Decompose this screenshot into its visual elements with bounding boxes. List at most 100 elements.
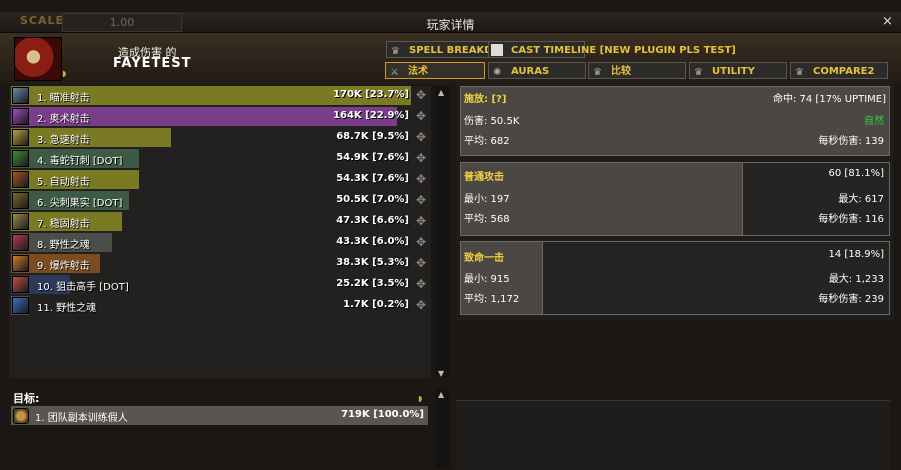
spell-row[interactable]: 11. 野性之魂 1.7K [0.2%] ✥	[11, 296, 429, 315]
close-button[interactable]: ×	[882, 14, 893, 29]
scroll-up-icon[interactable]: ▲	[438, 390, 444, 399]
spell-icon	[12, 129, 29, 146]
normal-hit-count: 60 [81.1%]	[828, 168, 884, 179]
spell-icon	[12, 213, 29, 230]
crit-average: 平均: 1,172	[464, 294, 520, 305]
spell-options-icon[interactable]: ✥	[414, 130, 428, 144]
spell-options-icon[interactable]: ✥	[414, 172, 428, 186]
spell-school: 自然	[864, 116, 884, 127]
cast-dps: 每秒伤害: 139	[818, 136, 884, 147]
spell-options-icon[interactable]: ✥	[414, 235, 428, 249]
spell-options-icon[interactable]: ✥	[414, 214, 428, 228]
spell-name: 4. 毒蛇钉刺 [DOT]	[37, 156, 123, 167]
spell-name: 8. 野性之魂	[37, 240, 90, 251]
spell-row[interactable]: 8. 野性之魂 43.3K [6.0%] ✥	[11, 233, 429, 252]
normal-hit-min: 最小: 197	[464, 194, 510, 205]
crown-icon: ♛	[391, 46, 400, 57]
tab-label: COMPARE2	[813, 66, 875, 77]
crit-count: 14 [18.9%]	[828, 249, 884, 260]
spell-amount: 38.3K [5.3%]	[336, 257, 409, 268]
cast-damage: 伤害: 50.5K	[464, 116, 520, 127]
spell-name: 7. 稳固射击	[37, 219, 90, 230]
crit-max: 最大: 1,233	[828, 274, 884, 285]
spell-options-icon[interactable]: ✥	[414, 298, 428, 312]
spell-options-icon[interactable]: ✥	[414, 277, 428, 291]
swords-icon: ⚔	[390, 67, 399, 78]
scroll-up-icon[interactable]: ▲	[438, 88, 444, 97]
spell-icon	[12, 234, 29, 251]
spell-icon	[12, 276, 29, 293]
normal-hit-average: 平均: 568	[464, 214, 510, 225]
spell-icon	[12, 87, 29, 104]
spell-amount: 54.9K [7.6%]	[336, 152, 409, 163]
spell-name: 2. 奥术射击	[37, 114, 90, 125]
spell-amount: 25.2K [3.5%]	[336, 278, 409, 289]
spell-row[interactable]: 4. 毒蛇钉刺 [DOT] 54.9K [7.6%] ✥	[11, 149, 429, 168]
spell-options-icon[interactable]: ✥	[414, 88, 428, 102]
spell-row[interactable]: 10. 狙击高手 [DOT] 25.2K [3.5%] ✥	[11, 275, 429, 294]
cast-title: 施放: [?]	[464, 94, 507, 105]
crit-dps: 每秒伤害: 239	[818, 294, 884, 305]
tab-label: CAST TIMELINE [NEW PLUGIN PLS TEST]	[511, 45, 736, 56]
spell-row[interactable]: 7. 稳固射击 47.3K [6.6%] ✥	[11, 212, 429, 231]
spell-icon	[12, 255, 29, 272]
spell-row[interactable]: 3. 急速射击 68.7K [9.5%] ✥	[11, 128, 429, 147]
cast-hits: 命中: 74 [17% UPTIME]	[690, 90, 886, 105]
cast-average: 平均: 682	[464, 136, 510, 147]
spell-row[interactable]: 2. 奥术射击 164K [22.9%] ✥	[11, 107, 429, 126]
normal-hit-title: 普通攻击	[464, 172, 504, 183]
spell-name: 6. 尖刺果实 [DOT]	[37, 198, 123, 209]
cast-hits-text: 命中: 74 [17% UPTIME]	[772, 94, 886, 105]
skull-icon	[13, 408, 29, 424]
player-name: FAYETEST	[113, 56, 192, 71]
spell-amount: 68.7K [9.5%]	[336, 131, 409, 142]
crit-min: 最小: 915	[464, 274, 510, 285]
spell-name: 10. 狙击高手 [DOT]	[37, 282, 129, 293]
spell-icon	[12, 150, 29, 167]
tab-compare[interactable]: ♛ 比较	[588, 62, 686, 79]
spell-amount: 54.3K [7.6%]	[336, 173, 409, 184]
tab-spell-breakdown[interactable]: ♛ SPELL BREAKDOWN	[386, 41, 520, 58]
spell-name: 1. 瞄准射击	[37, 93, 90, 104]
scroll-down-icon[interactable]: ▼	[438, 369, 444, 378]
tab-cast-timeline[interactable]: CAST TIMELINE [NEW PLUGIN PLS TEST]	[488, 41, 736, 58]
spell-name: 3. 急速射击	[37, 135, 90, 146]
spell-options-icon[interactable]: ✥	[414, 256, 428, 270]
audio-icon[interactable]: ◗	[62, 69, 66, 78]
spell-icon	[12, 171, 29, 188]
player-class-icon	[14, 37, 62, 81]
spell-amount: 47.3K [6.6%]	[336, 215, 409, 226]
spell-name: 9. 爆炸射击	[37, 261, 90, 272]
spell-options-icon[interactable]: ✥	[414, 109, 428, 123]
spell-bar	[11, 128, 172, 147]
spell-icon	[12, 192, 29, 209]
crown-icon: ♛	[593, 67, 602, 78]
spell-name: 11. 野性之魂	[37, 303, 97, 314]
spell-row[interactable]: 9. 爆炸射击 38.3K [5.3%] ✥	[11, 254, 429, 273]
tab-auras[interactable]: ✺ AURAS	[488, 62, 586, 79]
tab-label: UTILITY	[712, 66, 755, 77]
tab-utility[interactable]: ♛ UTILITY	[689, 62, 787, 79]
spell-options-icon[interactable]: ✥	[414, 151, 428, 165]
plugin-icon	[491, 44, 503, 56]
spell-row[interactable]: 6. 尖刺果实 [DOT] 50.5K [7.0%] ✥	[11, 191, 429, 210]
spell-amount: 170K [23.7%]	[333, 89, 409, 100]
spell-row[interactable]: 5. 自动射击 54.3K [7.6%] ✥	[11, 170, 429, 189]
targets-label: 目标:	[13, 392, 40, 405]
spell-row[interactable]: 1. 瞄准射击 170K [23.7%] ✥	[11, 86, 429, 105]
normal-hit-dps: 每秒伤害: 116	[818, 214, 884, 225]
target-list-scrollbar[interactable]	[436, 388, 450, 469]
tab-label: AURAS	[511, 66, 550, 77]
spell-amount: 50.5K [7.0%]	[336, 194, 409, 205]
spell-options-icon[interactable]: ✥	[414, 193, 428, 207]
tab-label: 法术	[408, 66, 428, 77]
detail-lower-panel	[456, 400, 890, 470]
target-name: 1. 团队副本训练假人	[35, 413, 128, 424]
spell-icon	[12, 108, 29, 125]
tab-compare2[interactable]: ♛ COMPARE2	[790, 62, 888, 79]
spell-list-scrollbar[interactable]	[436, 86, 450, 378]
spell-amount: 1.7K [0.2%]	[343, 299, 409, 310]
audio-icon[interactable]: ◗	[418, 394, 422, 403]
tab-spells[interactable]: ⚔ 法术	[385, 62, 485, 79]
crown-icon: ♛	[795, 67, 804, 78]
